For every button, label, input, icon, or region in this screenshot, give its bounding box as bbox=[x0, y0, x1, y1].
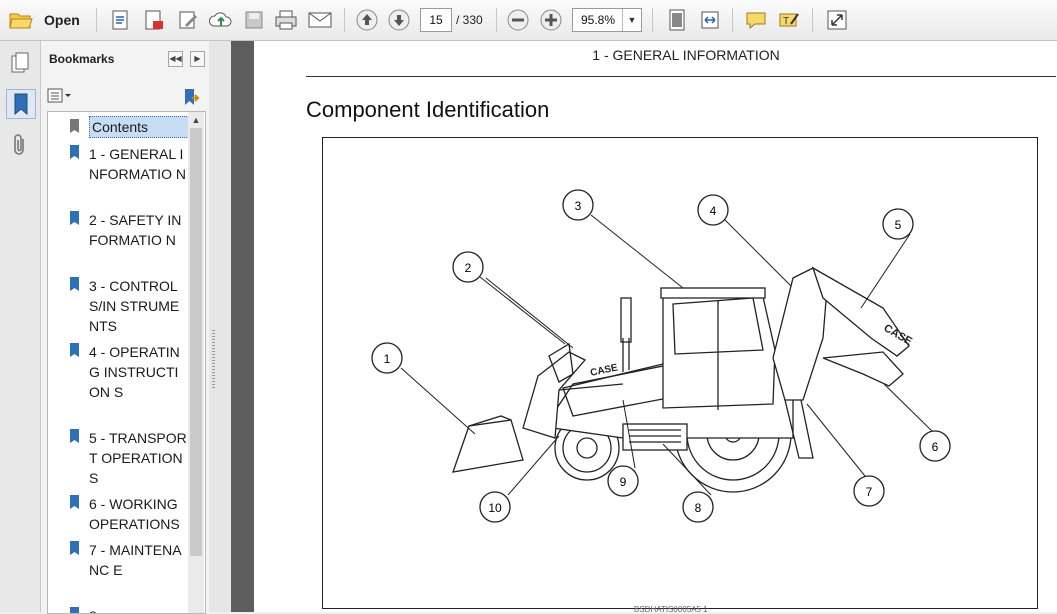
zoom-level-select[interactable]: 95.8% ▼ bbox=[572, 8, 642, 32]
save-icon[interactable] bbox=[241, 7, 267, 33]
main-toolbar: Open 15 / 330 95.8% ▼ T bbox=[0, 0, 1057, 41]
svg-text:4: 4 bbox=[710, 204, 717, 218]
svg-text:7: 7 bbox=[866, 485, 873, 499]
next-page-icon[interactable] bbox=[386, 7, 412, 33]
header-rule bbox=[306, 76, 1056, 77]
bookmark-options-icon[interactable] bbox=[47, 87, 73, 105]
callout-7: 7 bbox=[853, 475, 885, 507]
bookmark-label: 3 - CONTROLS/IN STRUMENTS bbox=[89, 278, 180, 334]
expand-bookmark-icon[interactable] bbox=[181, 87, 201, 107]
bookmark-label: 1 - GENERAL INFORMATIO N bbox=[89, 146, 186, 182]
component-figure: CASE CASE 1 2 3 4 5 6 7 8 9 10 bbox=[322, 137, 1038, 609]
bookmark-label: 4 - OPERATING INSTRUCTION S bbox=[89, 344, 180, 400]
email-icon[interactable] bbox=[307, 7, 333, 33]
svg-text:6: 6 bbox=[932, 440, 939, 454]
page-total-label: / 330 bbox=[456, 13, 483, 27]
callout-3: 3 bbox=[562, 189, 594, 221]
previous-page-icon[interactable] bbox=[354, 7, 380, 33]
bookmark-icon bbox=[69, 144, 81, 165]
bookmark-label: 7 - MAINTENANC E bbox=[89, 542, 182, 578]
full-screen-icon[interactable] bbox=[824, 7, 850, 33]
callout-6: 6 bbox=[919, 430, 951, 462]
svg-text:8: 8 bbox=[695, 501, 702, 515]
bookmark-icon bbox=[69, 540, 81, 561]
splitter-grip[interactable] bbox=[212, 330, 215, 390]
bookmarks-header: Bookmarks bbox=[49, 52, 115, 66]
export-pdf-icon[interactable] bbox=[141, 7, 167, 33]
highlight-text-icon[interactable]: T bbox=[776, 7, 802, 33]
page-footer-code: BSDHATIS0005A5 1 bbox=[634, 605, 708, 614]
scrollbar-thumb[interactable] bbox=[190, 128, 202, 556]
document-page: 1 - GENERAL INFORMATION Component Identi… bbox=[254, 41, 1057, 614]
scroll-up-icon[interactable]: ▲ bbox=[188, 112, 204, 128]
running-header: 1 - GENERAL INFORMATION bbox=[592, 47, 780, 63]
page-number-input[interactable]: 15 bbox=[420, 8, 452, 32]
bookmark-icon bbox=[69, 210, 81, 231]
bookmark-tree: Contents 1 - GENERAL INFORMATIO N 2 - SA… bbox=[47, 111, 206, 614]
bookmarks-panel: Bookmarks ◀◀ ▶ Contents 1 - GENERAL INFO… bbox=[41, 41, 209, 614]
fit-width-icon[interactable] bbox=[697, 7, 723, 33]
create-pdf-icon[interactable] bbox=[108, 7, 134, 33]
callout-8: 8 bbox=[682, 491, 714, 523]
open-button-label[interactable]: Open bbox=[44, 12, 80, 28]
chevron-down-icon[interactable]: ▼ bbox=[622, 9, 641, 31]
callout-10: 10 bbox=[479, 491, 511, 523]
panel-splitter[interactable] bbox=[209, 41, 231, 612]
navigation-strip bbox=[0, 41, 41, 612]
page-title: Component Identification bbox=[306, 97, 550, 122]
svg-text:5: 5 bbox=[895, 218, 902, 232]
bookmarks-scrollbar[interactable]: ▲ bbox=[188, 112, 204, 613]
bookmark-icon bbox=[69, 342, 81, 363]
attachments-icon[interactable] bbox=[6, 131, 34, 159]
upload-cloud-icon[interactable] bbox=[208, 7, 234, 33]
svg-text:9: 9 bbox=[620, 475, 627, 489]
zoom-level-value: 95.8% bbox=[581, 13, 616, 27]
svg-text:2: 2 bbox=[465, 261, 472, 275]
comment-icon[interactable] bbox=[743, 7, 769, 33]
bookmark-icon bbox=[69, 276, 81, 297]
bookmarks-panel-icon[interactable] bbox=[6, 89, 36, 119]
edit-document-icon[interactable] bbox=[175, 7, 201, 33]
bookmark-icon bbox=[69, 428, 81, 449]
close-panel-icon[interactable]: ▶ bbox=[190, 51, 205, 67]
folder-open-icon[interactable] bbox=[8, 7, 34, 33]
bookmark-icon bbox=[69, 118, 81, 139]
svg-text:T: T bbox=[783, 16, 789, 27]
print-icon[interactable] bbox=[273, 7, 299, 33]
page-thumbnails-icon[interactable] bbox=[6, 49, 34, 77]
callout-5: 5 bbox=[882, 208, 914, 240]
zoom-out-icon[interactable] bbox=[505, 7, 531, 33]
svg-text:3: 3 bbox=[575, 199, 582, 213]
backhoe-loader-illustration: CASE CASE 1 2 3 4 5 6 7 8 9 10 bbox=[371, 189, 951, 523]
svg-text:10: 10 bbox=[488, 501, 502, 515]
bookmark-label: 2 - SAFETY INFORMATIO N bbox=[89, 212, 182, 248]
bookmark-label: 5 - TRANSPORT OPERATIONS bbox=[89, 430, 187, 486]
svg-text:1: 1 bbox=[384, 352, 391, 366]
bookmark-icon bbox=[69, 494, 81, 515]
bookmark-label: 8 bbox=[89, 606, 189, 613]
collapse-panel-icon[interactable]: ◀◀ bbox=[168, 51, 183, 67]
bookmark-label: Contents bbox=[89, 116, 195, 138]
callout-4: 4 bbox=[697, 194, 729, 226]
callout-9: 9 bbox=[607, 465, 639, 497]
bookmark-icon bbox=[69, 606, 81, 613]
fit-page-icon[interactable] bbox=[664, 7, 690, 33]
callout-1: 1 bbox=[371, 342, 403, 374]
bookmark-label: 6 - WORKING OPERATIONS bbox=[89, 496, 180, 532]
callout-2: 2 bbox=[452, 251, 484, 283]
zoom-in-icon[interactable] bbox=[538, 7, 564, 33]
